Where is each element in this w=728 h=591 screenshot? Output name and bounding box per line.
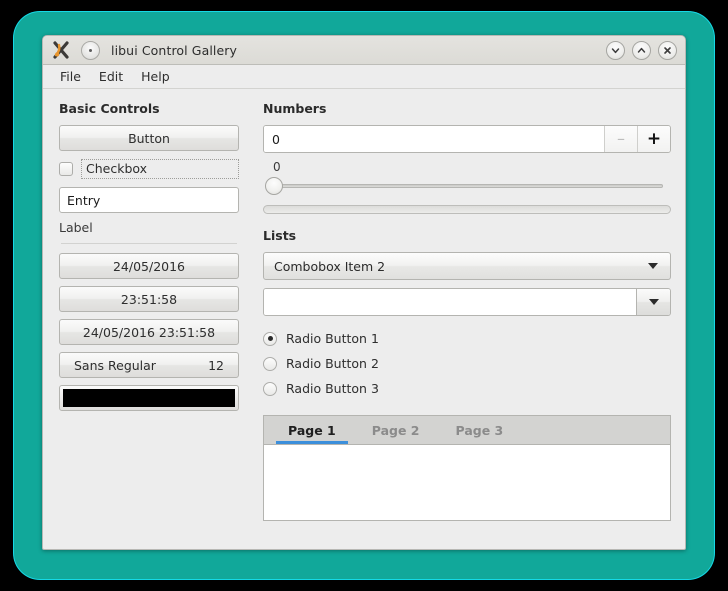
tab-container: Page 1 Page 2 Page 3 (263, 415, 671, 521)
close-button[interactable] (658, 41, 677, 60)
slider-track[interactable] (271, 184, 663, 188)
entry-value: Entry (67, 192, 101, 208)
maximize-button[interactable] (632, 41, 651, 60)
window-content: Basic Controls Button Checkbox Entry Lab… (43, 89, 685, 521)
slider-control[interactable] (263, 176, 671, 196)
numbers-title: Numbers (263, 101, 327, 116)
font-size-label: 12 (208, 357, 224, 373)
radio-label: Radio Button 3 (286, 381, 379, 396)
numbers-section: Numbers 0 – + 0 (263, 101, 671, 214)
entry-field[interactable]: Entry (59, 187, 239, 213)
chevron-down-icon (611, 48, 620, 54)
window-control-buttons (606, 41, 677, 60)
radio-indicator[interactable] (263, 381, 277, 396)
slider-value-label: 0 (273, 160, 281, 174)
menu-item-file[interactable]: File (51, 67, 90, 86)
tabstrip: Page 1 Page 2 Page 3 (264, 416, 670, 445)
checkbox-box[interactable] (59, 162, 73, 176)
application-window: libui Control Gallery File Edit Help Bas… (42, 35, 686, 550)
menu-item-help[interactable]: Help (132, 67, 179, 86)
tab-page-1[interactable]: Page 1 (270, 416, 354, 444)
horizontal-separator (61, 243, 237, 244)
editable-combobox-dropdown-button[interactable] (636, 289, 670, 315)
lists-section: Lists Combobox Item 2 Radio Button 1 Rad… (263, 228, 671, 401)
font-picker-button[interactable]: Sans Regular 12 (59, 352, 239, 378)
window-titlebar[interactable]: libui Control Gallery (43, 36, 685, 65)
color-picker-button[interactable] (59, 385, 239, 411)
close-x-icon (664, 47, 671, 54)
tab-page-content (264, 445, 670, 520)
font-family-label: Sans Regular (74, 357, 156, 373)
button-control[interactable]: Button (59, 125, 239, 151)
radio-indicator[interactable] (263, 331, 277, 346)
datetime-picker-button[interactable]: 24/05/2016 23:51:58 (59, 319, 239, 345)
color-swatch (63, 389, 235, 407)
tab-page-2[interactable]: Page 2 (354, 416, 438, 444)
spinbox-control[interactable]: 0 – + (263, 125, 671, 153)
static-label: Label (59, 220, 93, 235)
minimize-button[interactable] (606, 41, 625, 60)
chevron-down-icon (648, 299, 659, 305)
combobox-control[interactable]: Combobox Item 2 (263, 252, 671, 280)
editable-combobox-input[interactable] (264, 289, 636, 315)
time-picker-button[interactable]: 23:51:58 (59, 286, 239, 312)
basic-controls-column: Basic Controls Button Checkbox Entry Lab… (59, 101, 239, 521)
app-x-icon (51, 39, 73, 61)
radio-button-3[interactable]: Radio Button 3 (263, 376, 671, 401)
spinbox-decrement-button[interactable]: – (604, 126, 637, 152)
radio-button-1[interactable]: Radio Button 1 (263, 326, 671, 351)
slider-handle[interactable] (265, 177, 283, 195)
radio-label: Radio Button 2 (286, 356, 379, 371)
checkbox-label: Checkbox (81, 159, 239, 179)
radio-indicator[interactable] (263, 356, 277, 371)
window-title: libui Control Gallery (111, 42, 238, 58)
editable-combobox-control[interactable] (263, 288, 671, 316)
radio-button-2[interactable]: Radio Button 2 (263, 351, 671, 376)
progress-bar (263, 205, 671, 214)
tab-page-3[interactable]: Page 3 (438, 416, 522, 444)
desktop-background: libui Control Gallery File Edit Help Bas… (0, 0, 728, 591)
radio-label: Radio Button 1 (286, 331, 379, 346)
menubar: File Edit Help (43, 65, 685, 89)
chevron-up-icon (637, 47, 646, 53)
combobox-selected-value: Combobox Item 2 (274, 258, 386, 274)
spinbox-increment-button[interactable]: + (637, 126, 670, 152)
spinbox-value[interactable]: 0 (264, 126, 604, 152)
basic-controls-title: Basic Controls (59, 101, 160, 116)
date-picker-button[interactable]: 24/05/2016 (59, 253, 239, 279)
chevron-down-icon (636, 263, 670, 269)
window-menu-dot-icon[interactable] (81, 40, 100, 60)
lists-title: Lists (263, 228, 297, 243)
checkbox-control[interactable]: Checkbox (59, 158, 239, 180)
right-column: Numbers 0 – + 0 Lists Combobox Item 2 Ra… (263, 101, 671, 521)
menu-item-edit[interactable]: Edit (90, 67, 132, 86)
